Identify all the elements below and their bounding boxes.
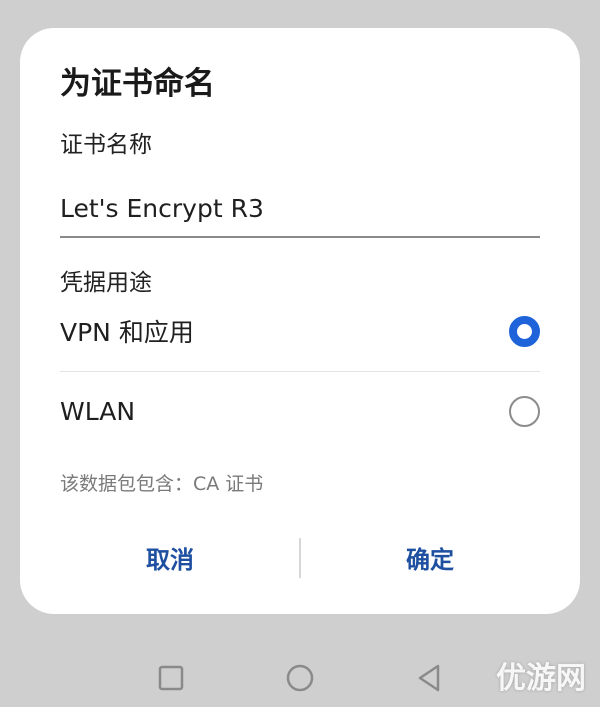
- option-vpn-apps-label: VPN 和应用: [60, 318, 194, 347]
- option-wlan[interactable]: WLAN: [60, 381, 540, 441]
- option-vpn-apps[interactable]: VPN 和应用: [60, 301, 540, 361]
- cancel-button[interactable]: 取消: [50, 534, 290, 580]
- package-info-text: 该数据包包含：CA 证书: [60, 473, 264, 495]
- radio-wlan[interactable]: [509, 395, 540, 427]
- back-icon[interactable]: [410, 660, 450, 696]
- button-separator: [299, 538, 301, 578]
- credential-usage-label: 凭据用途: [60, 270, 152, 296]
- option-divider: [60, 371, 540, 372]
- site-watermark: 优游网: [496, 661, 586, 696]
- radio-selected-dot: [519, 325, 530, 337]
- confirm-button[interactable]: 确定: [310, 534, 550, 580]
- certificate-name-input[interactable]: [60, 180, 540, 238]
- home-icon[interactable]: [280, 660, 320, 696]
- recent-apps-icon[interactable]: [151, 660, 191, 696]
- certificate-name-dialog: 为证书命名 证书名称 凭据用途 VPN 和应用 WLAN 该数据包包含：CA 证…: [20, 28, 580, 614]
- option-wlan-label: WLAN: [60, 396, 136, 426]
- dialog-title: 为证书命名: [60, 66, 215, 102]
- certificate-name-label: 证书名称: [60, 132, 152, 158]
- radio-vpn-apps[interactable]: [509, 315, 540, 347]
